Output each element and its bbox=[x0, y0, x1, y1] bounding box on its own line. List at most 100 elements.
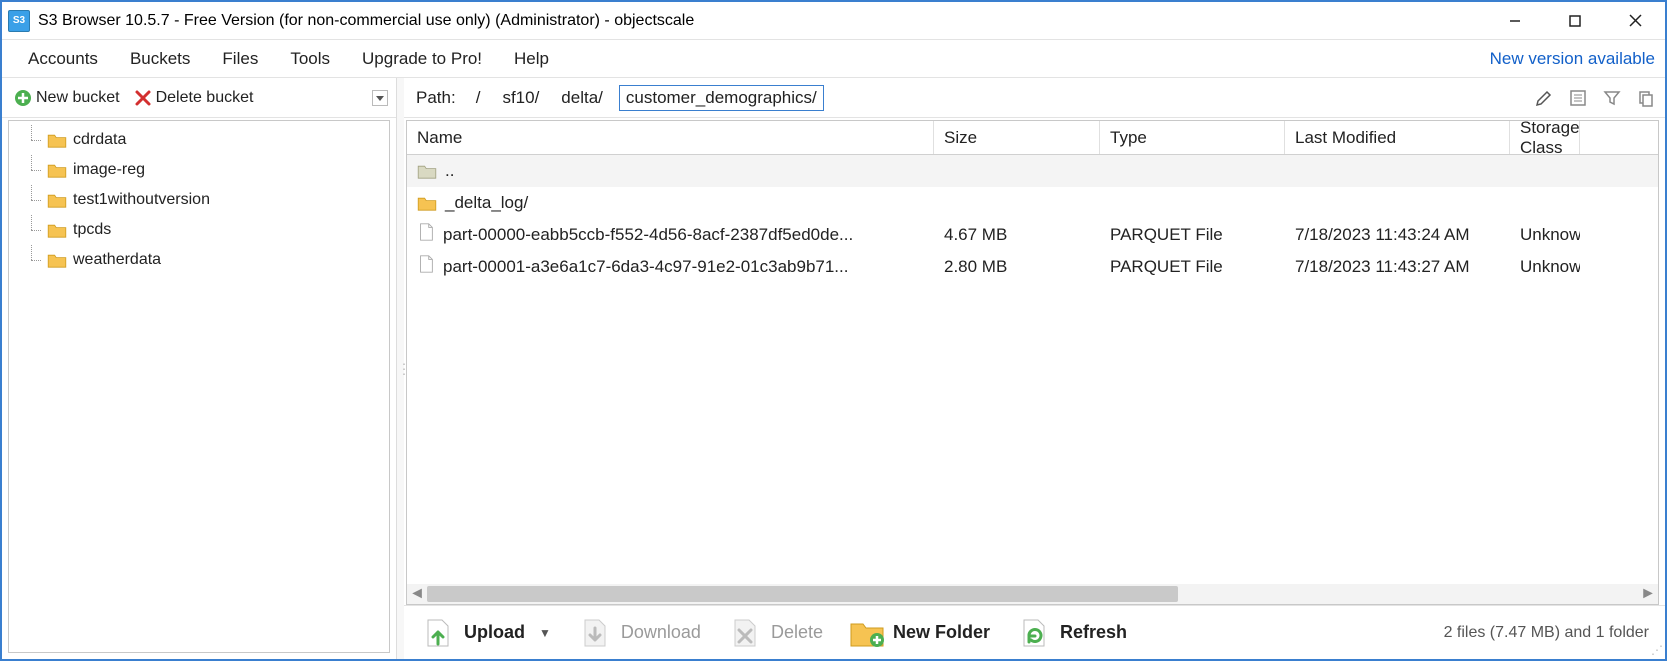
delete-label: Delete bbox=[771, 622, 823, 643]
folder-row[interactable]: _delta_log/ bbox=[407, 187, 1658, 219]
window-title: S3 Browser 10.5.7 - Free Version (for no… bbox=[38, 12, 694, 30]
new-bucket-label: New bucket bbox=[36, 89, 120, 107]
menubar: Accounts Buckets Files Tools Upgrade to … bbox=[2, 40, 1665, 78]
delete-button[interactable]: Delete bbox=[719, 611, 831, 655]
edit-path-button[interactable] bbox=[1533, 87, 1555, 109]
file-row[interactable]: part-00000-eabb5ccb-f552-4d56-8acf-2387d… bbox=[407, 219, 1658, 251]
row-name: part-00000-eabb5ccb-f552-4d56-8acf-2387d… bbox=[443, 225, 853, 245]
bottom-toolbar: Upload ▼ Download Delete New Folder Refre… bbox=[404, 605, 1665, 659]
minimize-button[interactable] bbox=[1485, 2, 1545, 39]
splitter[interactable] bbox=[397, 78, 404, 659]
hscrollbar[interactable]: ◄ ► bbox=[407, 584, 1658, 604]
copy-button[interactable] bbox=[1635, 87, 1657, 109]
download-icon bbox=[577, 615, 613, 651]
folder-icon bbox=[47, 162, 67, 178]
menu-accounts[interactable]: Accounts bbox=[12, 40, 114, 77]
file-list[interactable]: Name Size Type Last Modified Storage Cla… bbox=[407, 121, 1658, 584]
bucket-label: weatherdata bbox=[73, 251, 161, 269]
col-name[interactable]: Name bbox=[407, 121, 934, 154]
refresh-button[interactable]: Refresh bbox=[1008, 611, 1135, 655]
parent-dir-row[interactable]: .. bbox=[407, 155, 1658, 187]
headers-button[interactable] bbox=[1567, 87, 1589, 109]
row-type: PARQUET File bbox=[1100, 225, 1285, 245]
bucket-label: image-reg bbox=[73, 161, 145, 179]
path-root[interactable]: / bbox=[470, 86, 487, 110]
menu-files[interactable]: Files bbox=[206, 40, 274, 77]
row-storage: Unknown bbox=[1510, 257, 1580, 277]
scroll-left[interactable]: ◄ bbox=[407, 584, 427, 604]
scroll-right[interactable]: ► bbox=[1638, 584, 1658, 604]
x-icon bbox=[134, 89, 152, 107]
caret-down-icon: ▼ bbox=[539, 626, 551, 640]
upload-label: Upload bbox=[464, 622, 525, 643]
folder-icon bbox=[47, 192, 67, 208]
plus-icon bbox=[14, 89, 32, 107]
app-icon: S3 bbox=[8, 10, 30, 32]
download-button[interactable]: Download bbox=[569, 611, 709, 655]
funnel-icon bbox=[1603, 89, 1621, 107]
bucket-item[interactable]: weatherdata bbox=[9, 245, 389, 275]
bucket-item[interactable]: image-reg bbox=[9, 155, 389, 185]
col-size[interactable]: Size bbox=[934, 121, 1100, 154]
file-list-container: Name Size Type Last Modified Storage Cla… bbox=[406, 120, 1659, 605]
menu-tools[interactable]: Tools bbox=[274, 40, 346, 77]
col-modified[interactable]: Last Modified bbox=[1285, 121, 1510, 154]
bucket-item[interactable]: test1withoutversion bbox=[9, 185, 389, 215]
path-label: Path: bbox=[412, 88, 460, 108]
row-type: PARQUET File bbox=[1100, 257, 1285, 277]
menu-help[interactable]: Help bbox=[498, 40, 565, 77]
col-storage[interactable]: Storage Class bbox=[1510, 121, 1580, 154]
scroll-thumb[interactable] bbox=[427, 586, 1178, 602]
close-button[interactable] bbox=[1605, 2, 1665, 39]
folder-up-icon bbox=[417, 163, 437, 179]
path-bar: Path: / sf10/ delta/ customer_demographi… bbox=[404, 78, 1665, 118]
filter-button[interactable] bbox=[1601, 87, 1623, 109]
upload-button[interactable]: Upload ▼ bbox=[412, 611, 559, 655]
folder-icon bbox=[47, 132, 67, 148]
page-icon bbox=[1569, 89, 1587, 107]
folder-icon bbox=[47, 222, 67, 238]
titlebar: S3 S3 Browser 10.5.7 - Free Version (for… bbox=[2, 2, 1665, 40]
copy-icon bbox=[1637, 89, 1655, 107]
bucket-toolbar: New bucket Delete bucket bbox=[2, 78, 396, 118]
path-current[interactable]: customer_demographics/ bbox=[619, 85, 824, 111]
object-pane: Path: / sf10/ delta/ customer_demographi… bbox=[404, 78, 1665, 659]
refresh-icon bbox=[1016, 615, 1052, 651]
bucket-pane: New bucket Delete bucket cdrdata image-r… bbox=[2, 78, 397, 659]
new-bucket-button[interactable]: New bucket bbox=[10, 87, 124, 109]
bucket-item[interactable]: cdrdata bbox=[9, 125, 389, 155]
path-segment[interactable]: sf10/ bbox=[496, 86, 545, 110]
row-modified: 7/18/2023 11:43:24 AM bbox=[1285, 225, 1510, 245]
refresh-label: Refresh bbox=[1060, 622, 1127, 643]
file-list-rows: .. _delta_log/ bbox=[407, 155, 1658, 283]
new-folder-label: New Folder bbox=[893, 622, 990, 643]
app-window: S3 S3 Browser 10.5.7 - Free Version (for… bbox=[0, 0, 1667, 661]
minimize-icon bbox=[1509, 15, 1521, 27]
bucket-tree[interactable]: cdrdata image-reg test1withoutversion tp… bbox=[8, 120, 390, 653]
menu-upgrade[interactable]: Upgrade to Pro! bbox=[346, 40, 498, 77]
file-icon bbox=[417, 222, 435, 247]
path-segment[interactable]: delta/ bbox=[555, 86, 609, 110]
row-size: 4.67 MB bbox=[934, 225, 1100, 245]
main-content: New bucket Delete bucket cdrdata image-r… bbox=[2, 78, 1665, 659]
row-modified: 7/18/2023 11:43:27 AM bbox=[1285, 257, 1510, 277]
resize-grip[interactable]: ⋰ bbox=[1651, 643, 1661, 657]
scroll-track[interactable] bbox=[427, 584, 1638, 604]
col-type[interactable]: Type bbox=[1100, 121, 1285, 154]
folder-icon bbox=[47, 252, 67, 268]
new-version-link[interactable]: New version available bbox=[1490, 49, 1655, 69]
upload-icon bbox=[420, 615, 456, 651]
pencil-icon bbox=[1535, 89, 1553, 107]
file-row[interactable]: part-00001-a3e6a1c7-6da3-4c97-91e2-01c3a… bbox=[407, 251, 1658, 283]
file-icon bbox=[417, 254, 435, 279]
download-label: Download bbox=[621, 622, 701, 643]
bucket-item[interactable]: tpcds bbox=[9, 215, 389, 245]
menu-buckets[interactable]: Buckets bbox=[114, 40, 206, 77]
row-storage: Unknown bbox=[1510, 225, 1580, 245]
maximize-button[interactable] bbox=[1545, 2, 1605, 39]
delete-bucket-button[interactable]: Delete bucket bbox=[130, 87, 258, 109]
bucket-toolbar-overflow[interactable] bbox=[372, 90, 388, 106]
new-folder-button[interactable]: New Folder bbox=[841, 611, 998, 655]
row-name: .. bbox=[445, 161, 454, 181]
maximize-icon bbox=[1569, 15, 1581, 27]
